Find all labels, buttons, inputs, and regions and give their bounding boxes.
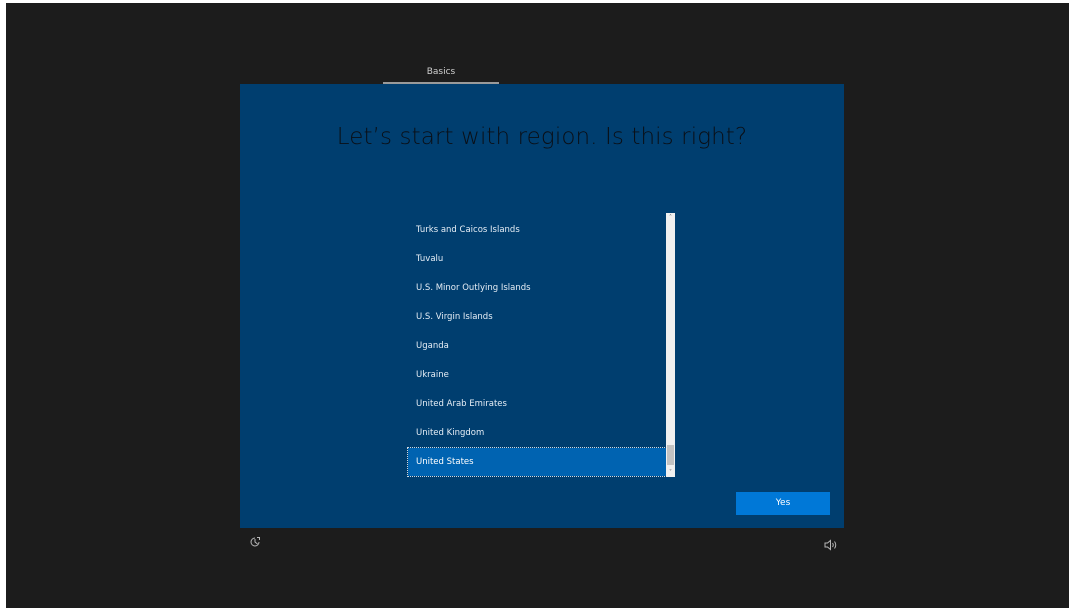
volume-icon[interactable]	[824, 536, 838, 551]
region-panel: Let’s start with region. Is this right? …	[240, 84, 844, 528]
region-list-item[interactable]: Turks and Caicos Islands	[408, 216, 666, 244]
region-list-item[interactable]: United Arab Emirates	[408, 390, 666, 418]
region-list-item[interactable]: United Kingdom	[408, 419, 666, 447]
region-list-item[interactable]: U.S. Minor Outlying Islands	[408, 274, 666, 302]
scroll-up-button[interactable]: ˄	[666, 213, 675, 222]
page-title: Let’s start with region. Is this right?	[336, 124, 748, 150]
region-list-item[interactable]: Uganda	[408, 332, 666, 360]
region-list-scrollbar[interactable]: ˄ ˅	[666, 213, 675, 477]
scroll-thumb[interactable]	[667, 445, 674, 465]
ease-of-access-icon[interactable]	[249, 536, 261, 548]
region-list[interactable]: Turks and Caicos Islands Tuvalu U.S. Minor…	[407, 213, 668, 477]
region-list-item[interactable]: Ukraine	[408, 361, 666, 389]
yes-button[interactable]: Yes	[736, 492, 830, 515]
oobe-screen: Basics Let’s start with region. Is this …	[6, 3, 1069, 608]
region-list-item[interactable]: U.S. Virgin Islands	[408, 303, 666, 331]
ease-of-access-icon-svg	[250, 537, 260, 547]
volume-icon-svg	[824, 539, 837, 551]
region-list-item[interactable]: Tuvalu	[408, 245, 666, 273]
scroll-down-button[interactable]: ˅	[666, 468, 675, 477]
region-list-item[interactable]: United States	[407, 447, 667, 477]
